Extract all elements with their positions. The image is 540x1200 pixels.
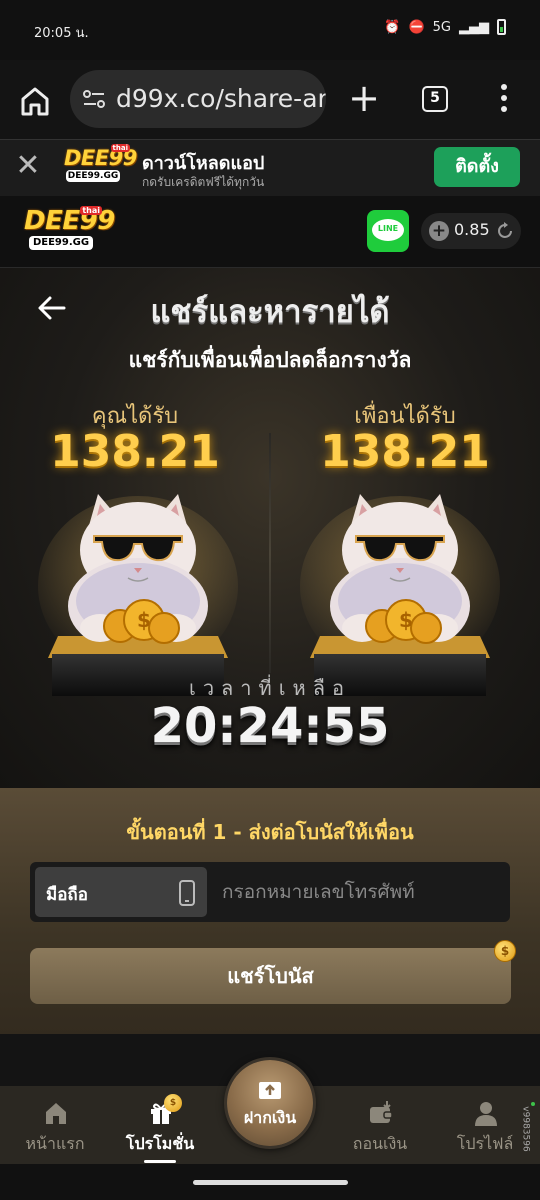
dnd-icon: ⛔ xyxy=(408,19,425,35)
home-icon[interactable] xyxy=(18,84,52,118)
mobile-phone-icon xyxy=(179,880,195,906)
home-gesture-handle[interactable] xyxy=(193,1180,348,1185)
friend-receive-amount: 138.21 xyxy=(320,426,490,477)
nav-home[interactable]: หน้าแรก xyxy=(5,1086,105,1164)
alarm-icon: ⏰ xyxy=(384,19,401,35)
nav-withdraw[interactable]: ถอนเงิน xyxy=(330,1086,430,1164)
share-hero: แชร์และหารายได้ แชร์กับเพื่อนเพื่อปลดล็อ… xyxy=(0,268,540,788)
nav-home-label: หน้าแรก xyxy=(25,1134,85,1153)
page-title: แชร์และหารายได้ xyxy=(150,294,390,330)
add-funds-icon[interactable]: + xyxy=(429,221,449,241)
nav-promotions-label: โปรโมชั่น xyxy=(125,1134,195,1153)
nav-promotions[interactable]: โปรโมชั่น xyxy=(110,1086,210,1164)
new-tab-button[interactable]: + xyxy=(346,79,382,117)
network-label: 5G xyxy=(432,19,451,35)
wallet-icon xyxy=(370,1101,393,1123)
svg-text:$: $ xyxy=(399,608,413,632)
close-icon[interactable]: ✕ xyxy=(14,151,42,181)
share-bonus-button[interactable]: แชร์โบนัส xyxy=(30,948,511,1004)
user-icon xyxy=(475,1102,497,1126)
install-button[interactable]: ติดตั้ง xyxy=(434,147,520,187)
svg-text:$: $ xyxy=(137,608,151,632)
deposit-button[interactable]: ฝากเงิน xyxy=(227,1060,313,1146)
phone-field: มือถือ xyxy=(30,862,510,922)
deposit-label: ฝากเงิน xyxy=(243,1108,297,1127)
cat-with-coins-illustration: $ xyxy=(38,494,238,696)
step-title: ขั้นตอนที่ 1 - ส่งต่อโบนัสให้เพื่อน xyxy=(126,820,414,844)
deposit-icon xyxy=(259,1082,281,1099)
coin-icon: $ xyxy=(494,940,516,962)
url-text: d99x.co/share-ar xyxy=(116,84,326,113)
download-subtitle: กดรับเครดิตฟรีได้ทุกวัน xyxy=(142,175,265,189)
countdown-timer: 20:24:55 xyxy=(150,698,390,754)
download-app-banner: ✕ DEE99 DEE99.GG thai ดาวน์โหลดแอป กดรับ… xyxy=(0,140,540,196)
browser-menu-icon[interactable] xyxy=(494,84,514,118)
browser-toolbar: d99x.co/share-ar + 5 xyxy=(0,60,540,140)
coin-icon: $ xyxy=(164,1094,182,1112)
line-button[interactable]: LINE xyxy=(367,210,409,252)
home-icon xyxy=(46,1103,66,1124)
nav-withdraw-label: ถอนเงิน xyxy=(352,1134,408,1153)
gesture-bar xyxy=(0,1164,540,1200)
version-label: v9983596 xyxy=(520,1106,531,1152)
site-settings-icon[interactable] xyxy=(82,88,106,110)
status-icons: ⏰ ⛔ 5G ▂▄▆ xyxy=(384,19,506,35)
site-header: DEE99 DEE99.GG thai LINE + 0.85 xyxy=(0,196,540,268)
balance-pill[interactable]: + 0.85 xyxy=(421,213,521,249)
site-logo[interactable]: DEE99 DEE99.GG thai xyxy=(24,206,115,260)
refresh-icon[interactable] xyxy=(495,221,515,241)
phone-number-input[interactable] xyxy=(216,867,504,917)
phone-type-label: มือถือ xyxy=(46,885,88,905)
tab-switcher-button[interactable]: 5 xyxy=(422,86,448,112)
signal-icon: ▂▄▆ xyxy=(459,19,489,35)
battery-icon xyxy=(497,19,506,35)
status-time: 20:05 น. xyxy=(34,26,89,41)
share-step-panel: ขั้นตอนที่ 1 - ส่งต่อโบนัสให้เพื่อน มือถ… xyxy=(0,788,540,1034)
url-bar[interactable]: d99x.co/share-ar xyxy=(70,70,326,128)
page-subtitle: แชร์กับเพื่อนเพื่อปลดล็อกรางวัล xyxy=(128,348,412,372)
status-bar: 20:05 น. ⏰ ⛔ 5G ▂▄▆ xyxy=(0,0,540,60)
app-logo: DEE99 DEE99.GG thai xyxy=(64,144,137,182)
phone-type-selector[interactable]: มือถือ xyxy=(35,867,207,917)
cat-with-coins-illustration: $ xyxy=(300,494,500,696)
you-receive-amount: 138.21 xyxy=(50,426,220,477)
active-indicator xyxy=(144,1160,176,1163)
balance-amount: 0.85 xyxy=(454,220,490,239)
